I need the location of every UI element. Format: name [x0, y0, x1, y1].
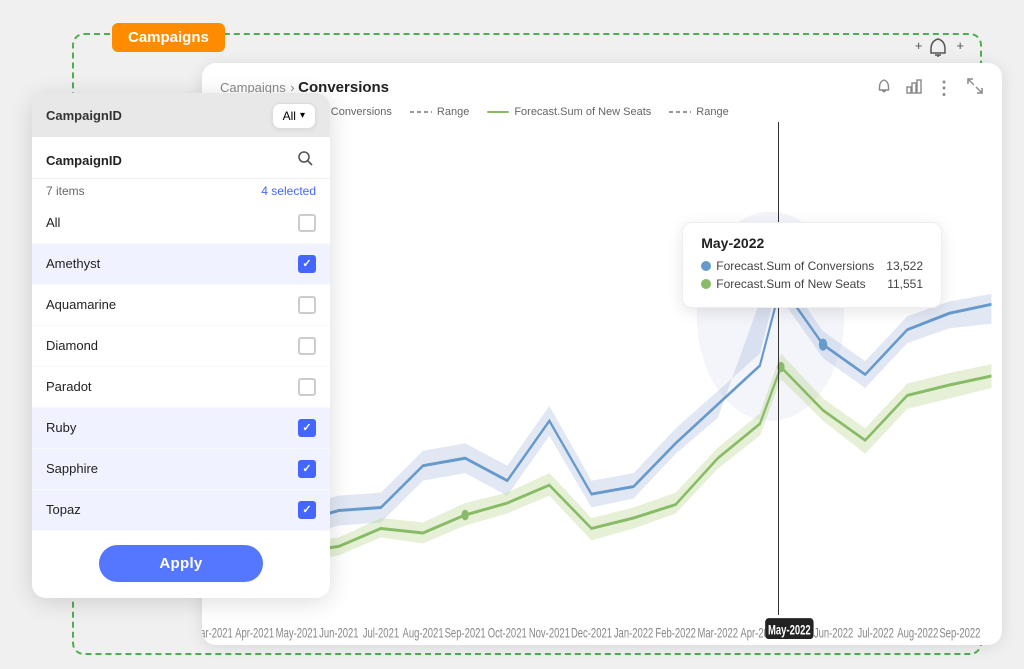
tooltip-dot-blue: [701, 261, 711, 271]
x-label-18: Sep-2022: [939, 625, 980, 640]
tooltip-newseats-value: 11,551: [887, 277, 923, 291]
tooltip-row-newseats: Forecast.Sum of New Seats 11,551: [701, 277, 923, 291]
x-label-8: Nov-2021: [529, 625, 570, 640]
legend-line-green: [487, 111, 509, 113]
items-count: 7 items: [46, 184, 85, 198]
x-label-3: Jun-2021: [319, 625, 358, 640]
filter-item-amethyst-label: Amethyst: [46, 256, 100, 271]
legend-range1-label: Range: [437, 106, 469, 118]
filter-items-list: All Amethyst Aquamarine Diamond Paradot: [32, 203, 330, 531]
chart-toolbar: ⋮: [875, 77, 984, 100]
filter-item-sapphire[interactable]: Sapphire: [32, 449, 330, 490]
filter-item-paradot-label: Paradot: [46, 379, 92, 394]
blue-dot: [819, 338, 827, 350]
tooltip-dot-green: [701, 279, 711, 289]
legend-range2-label: Range: [696, 106, 728, 118]
legend-range1: Range: [410, 106, 469, 118]
filter-item-diamond[interactable]: Diamond: [32, 326, 330, 367]
x-label-4: Jul-2021: [363, 625, 399, 640]
filter-search-button[interactable]: [294, 147, 316, 174]
campaigns-label: Campaigns: [112, 23, 225, 52]
x-label-2: May-2021: [276, 625, 318, 640]
filter-column-label: CampaignID: [46, 153, 122, 168]
chevron-down-icon: ▾: [300, 110, 305, 121]
x-label-6: Sep-2021: [445, 625, 486, 640]
filter-item-topaz-label: Topaz: [46, 502, 81, 517]
filter-checkbox-paradot[interactable]: [298, 378, 316, 396]
tooltip-conversions-value: 13,522: [886, 259, 923, 273]
filter-item-sapphire-label: Sapphire: [46, 461, 98, 476]
x-label-9: Dec-2021: [571, 625, 612, 640]
x-label-7: Oct-2021: [488, 625, 527, 640]
filter-header-title: CampaignID: [46, 108, 122, 123]
tooltip-box: May-2022 Forecast.Sum of Conversions 13,…: [682, 222, 942, 308]
selected-count: 4 selected: [261, 184, 316, 198]
legend-dash-blue: [410, 111, 432, 113]
filter-item-ruby[interactable]: Ruby: [32, 408, 330, 449]
tooltip-conversions-text: Forecast.Sum of Conversions: [716, 259, 874, 273]
tooltip-label-conversions: Forecast.Sum of Conversions: [701, 259, 874, 273]
tooltip-row-conversions: Forecast.Sum of Conversions 13,522: [701, 259, 923, 273]
filter-item-amethyst[interactable]: Amethyst: [32, 244, 330, 285]
legend-newseats: Forecast.Sum of New Seats: [487, 106, 651, 118]
add-plus-icon: +: [915, 38, 923, 53]
filter-item-aquamarine[interactable]: Aquamarine: [32, 285, 330, 326]
barchart-icon[interactable]: [905, 77, 923, 100]
filter-item-topaz[interactable]: Topaz: [32, 490, 330, 531]
filter-checkbox-topaz[interactable]: [298, 501, 316, 519]
filter-item-all-label: All: [46, 215, 60, 230]
apply-button[interactable]: Apply: [99, 545, 262, 582]
filter-checkbox-ruby[interactable]: [298, 419, 316, 437]
filter-item-all[interactable]: All: [32, 203, 330, 244]
tooltip-vertical-line: [778, 122, 779, 615]
campaign-id-value: All: [283, 109, 296, 123]
green-dot: [461, 509, 468, 519]
filter-panel-header: CampaignID All ▾: [32, 93, 330, 137]
add-plus-icon2: +: [956, 38, 964, 53]
x-label-10: Jan-2022: [614, 625, 653, 640]
x-label-16: Jul-2022: [858, 625, 894, 640]
x-label-5: Aug-2021: [403, 625, 444, 640]
add-icon-area: + +: [915, 33, 964, 67]
legend-dash-green: [669, 111, 691, 113]
x-label-14: May-2022: [768, 622, 811, 637]
x-label-0: Mar-2021: [202, 625, 233, 640]
x-label-12: Mar-2022: [698, 625, 739, 640]
legend-range2: Range: [669, 106, 728, 118]
x-label-15: Jun-2022: [814, 625, 853, 640]
filter-checkbox-aquamarine[interactable]: [298, 296, 316, 314]
filter-item-aquamarine-label: Aquamarine: [46, 297, 116, 312]
tooltip-date: May-2022: [701, 235, 923, 251]
x-label-17: Aug-2022: [897, 625, 938, 640]
expand-icon[interactable]: [966, 77, 984, 100]
filter-item-ruby-label: Ruby: [46, 420, 76, 435]
more-options-icon[interactable]: ⋮: [935, 78, 954, 99]
legend-newseats-label: Forecast.Sum of New Seats: [514, 106, 651, 118]
tooltip-label-newseats: Forecast.Sum of New Seats: [701, 277, 865, 291]
filter-item-diamond-label: Diamond: [46, 338, 98, 353]
x-label-11: Feb-2022: [655, 625, 696, 640]
apply-button-area: Apply: [32, 531, 330, 598]
tooltip-newseats-text: Forecast.Sum of New Seats: [716, 277, 865, 291]
filter-search-row: CampaignID: [32, 137, 330, 179]
x-label-1: Apr-2021: [235, 625, 274, 640]
chart-add-icon: [924, 33, 952, 67]
filter-checkbox-all[interactable]: [298, 214, 316, 232]
bell-icon[interactable]: [875, 77, 893, 100]
filter-panel: CampaignID All ▾ CampaignID 7 items 4 se…: [32, 93, 330, 598]
campaign-id-dropdown[interactable]: All ▾: [272, 103, 316, 129]
filter-checkbox-amethyst[interactable]: [298, 255, 316, 273]
filter-checkbox-sapphire[interactable]: [298, 460, 316, 478]
filter-checkbox-diamond[interactable]: [298, 337, 316, 355]
filter-stats-row: 7 items 4 selected: [32, 179, 330, 203]
filter-item-paradot[interactable]: Paradot: [32, 367, 330, 408]
